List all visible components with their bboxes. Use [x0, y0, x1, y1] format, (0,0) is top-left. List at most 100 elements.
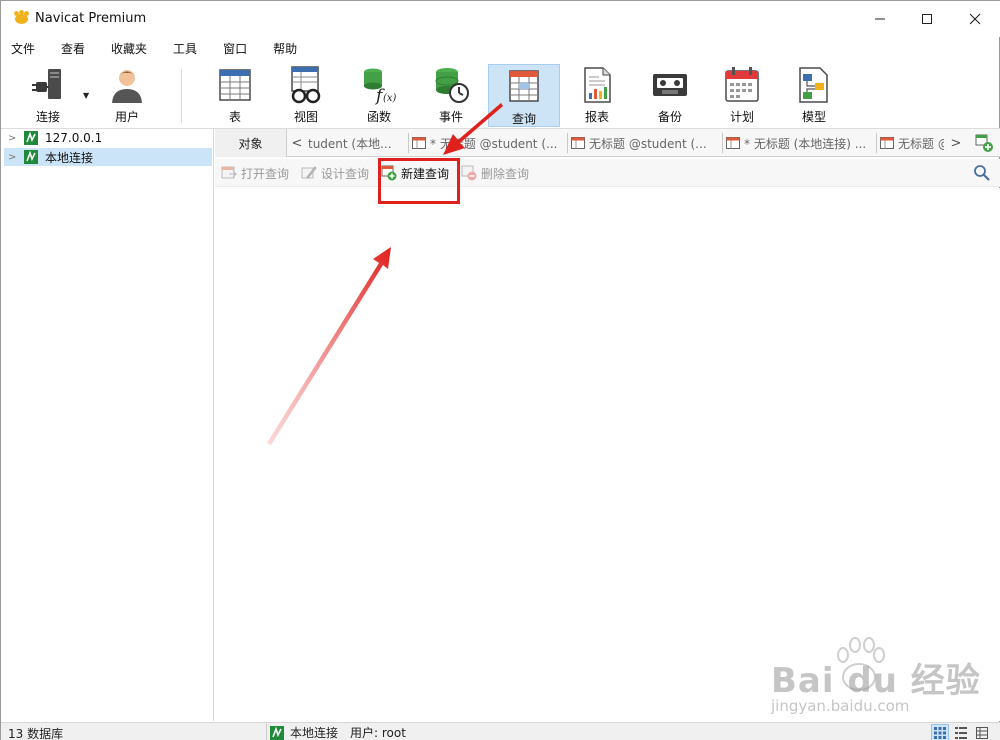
open-query-icon	[221, 166, 237, 179]
schedule-icon	[725, 67, 759, 102]
tab-divider	[876, 133, 877, 153]
backup-button[interactable]: 备份	[641, 63, 699, 127]
menu-bar: 文件 查看 收藏夹 工具 窗口 帮助	[1, 38, 1000, 60]
maximize-button[interactable]	[903, 1, 951, 37]
connection-label: 连接	[35, 110, 60, 124]
menu-favorites[interactable]: 收藏夹	[111, 38, 147, 60]
tree-item-label: 本地连接	[45, 150, 94, 165]
menu-window[interactable]: 窗口	[223, 38, 247, 60]
tab-scroll-left-icon[interactable]: <	[289, 129, 305, 157]
new-tab-icon[interactable]	[974, 133, 994, 153]
grid-view-button[interactable]	[931, 724, 949, 740]
menu-tools[interactable]: 工具	[173, 38, 197, 60]
app-window: Navicat Premium 文件 查看 收藏夹 工具 窗口 帮助 连接 ▼ …	[0, 0, 1000, 740]
tab-strip: tudent (本地... * 无标题 @student (... 无标题 @s…	[308, 129, 944, 157]
close-icon	[969, 13, 981, 25]
detail-view-icon	[976, 726, 988, 739]
toolbar-separator	[181, 69, 182, 123]
tree-item-127-0-0-1[interactable]: > 127.0.0.1	[4, 129, 212, 147]
mysql-connection-icon	[24, 150, 38, 164]
status-connection-name: 本地连接	[290, 726, 339, 740]
schedule-label: 计划	[729, 110, 754, 124]
table-label: 表	[228, 110, 241, 124]
model-button[interactable]: 模型	[785, 63, 843, 127]
table-button[interactable]: 表	[206, 63, 264, 127]
schedule-button[interactable]: 计划	[713, 63, 771, 127]
function-button[interactable]: f (x) 函数	[350, 63, 408, 127]
chevron-right-icon[interactable]: >	[8, 152, 22, 163]
report-label: 报表	[584, 110, 609, 124]
function-label: 函数	[366, 110, 391, 124]
open-query-label: 打开查询	[241, 166, 290, 181]
user-button[interactable]: 用户	[99, 63, 155, 127]
tab-query-1[interactable]: tudent (本地...	[308, 133, 392, 153]
grid-view-icon	[934, 726, 946, 739]
menu-help[interactable]: 帮助	[273, 38, 297, 60]
delete-query-label: 删除查询	[481, 166, 530, 181]
delete-query-icon	[461, 165, 477, 181]
watermark-url: jingyan.baidu.com	[771, 697, 910, 715]
query-label: 查询	[511, 112, 536, 126]
connection-button[interactable]: 连接	[19, 63, 77, 127]
user-label: 用户	[114, 110, 139, 124]
query-button[interactable]: 查询	[488, 64, 560, 127]
delete-query-button[interactable]: 删除查询	[461, 164, 529, 182]
object-toolbar: 打开查询 设计查询 新建查询 删除查询	[215, 159, 1000, 187]
list-view-button[interactable]	[952, 724, 970, 740]
backup-icon	[653, 74, 687, 96]
connection-tree: > 127.0.0.1 > 本地连接	[4, 129, 214, 721]
tab-query-3[interactable]: 无标题 @student (...	[571, 133, 707, 153]
tab-divider	[722, 133, 723, 153]
view-button[interactable]: 视图	[277, 63, 335, 127]
open-query-button[interactable]: 打开查询	[221, 164, 289, 182]
status-connection: 本地连接 用户: root	[266, 723, 406, 740]
view-icon	[291, 66, 321, 104]
status-bar: 13 数据库 本地连接 用户: root	[1, 722, 1000, 740]
mysql-connection-icon	[24, 131, 38, 145]
navicat-logo-icon	[14, 10, 29, 24]
tab-divider	[408, 133, 409, 153]
tab-label: * 无标题 @student (...	[430, 136, 558, 151]
menu-view[interactable]: 查看	[61, 38, 85, 60]
tab-bar: 对象 < tudent (本地... * 无标题 @student (... 无…	[215, 129, 1000, 157]
tab-label: tudent (本地...	[308, 136, 392, 151]
model-label: 模型	[801, 110, 826, 124]
design-query-label: 设计查询	[321, 166, 370, 181]
close-button[interactable]	[951, 1, 999, 37]
event-label: 事件	[438, 110, 463, 124]
design-query-button[interactable]: 设计查询	[301, 164, 369, 182]
list-view-icon	[955, 726, 967, 739]
tab-query-2[interactable]: * 无标题 @student (...	[412, 133, 557, 153]
user-icon	[112, 70, 142, 103]
database-count: 13 数据库	[8, 727, 64, 740]
report-icon	[584, 67, 611, 103]
window-title: Navicat Premium	[35, 11, 147, 26]
tab-label: 无标题 @	[898, 136, 944, 151]
tree-item-label: 127.0.0.1	[45, 131, 103, 145]
connection-dropdown-icon[interactable]: ▼	[83, 91, 89, 100]
tree-item-local-connection[interactable]: > 本地连接	[4, 148, 212, 166]
mysql-connection-icon	[270, 725, 284, 740]
tab-query-5[interactable]: 无标题 @	[880, 133, 944, 153]
menu-file[interactable]: 文件	[11, 38, 35, 60]
tab-divider	[567, 133, 568, 153]
tab-objects[interactable]: 对象	[215, 129, 287, 157]
query-tab-icon	[412, 137, 426, 149]
event-button[interactable]: 事件	[422, 63, 480, 127]
svg-text:(x): (x)	[383, 93, 397, 104]
report-button[interactable]: 报表	[568, 63, 626, 127]
minimize-button[interactable]	[856, 1, 904, 37]
tab-label: * 无标题 (本地连接) ...	[744, 136, 867, 151]
chevron-right-icon[interactable]: >	[8, 133, 22, 144]
tab-query-4[interactable]: * 无标题 (本地连接) ...	[726, 133, 866, 153]
view-label: 视图	[293, 110, 318, 124]
event-icon	[435, 68, 469, 103]
function-icon: f (x)	[364, 68, 397, 105]
query-tab-icon	[726, 137, 740, 149]
search-icon[interactable]	[973, 164, 991, 182]
table-icon	[219, 69, 251, 101]
query-tab-icon	[571, 137, 585, 149]
tab-scroll-right-icon[interactable]: >	[948, 129, 964, 157]
query-tab-icon	[880, 137, 894, 149]
detail-view-button[interactable]	[973, 724, 991, 740]
